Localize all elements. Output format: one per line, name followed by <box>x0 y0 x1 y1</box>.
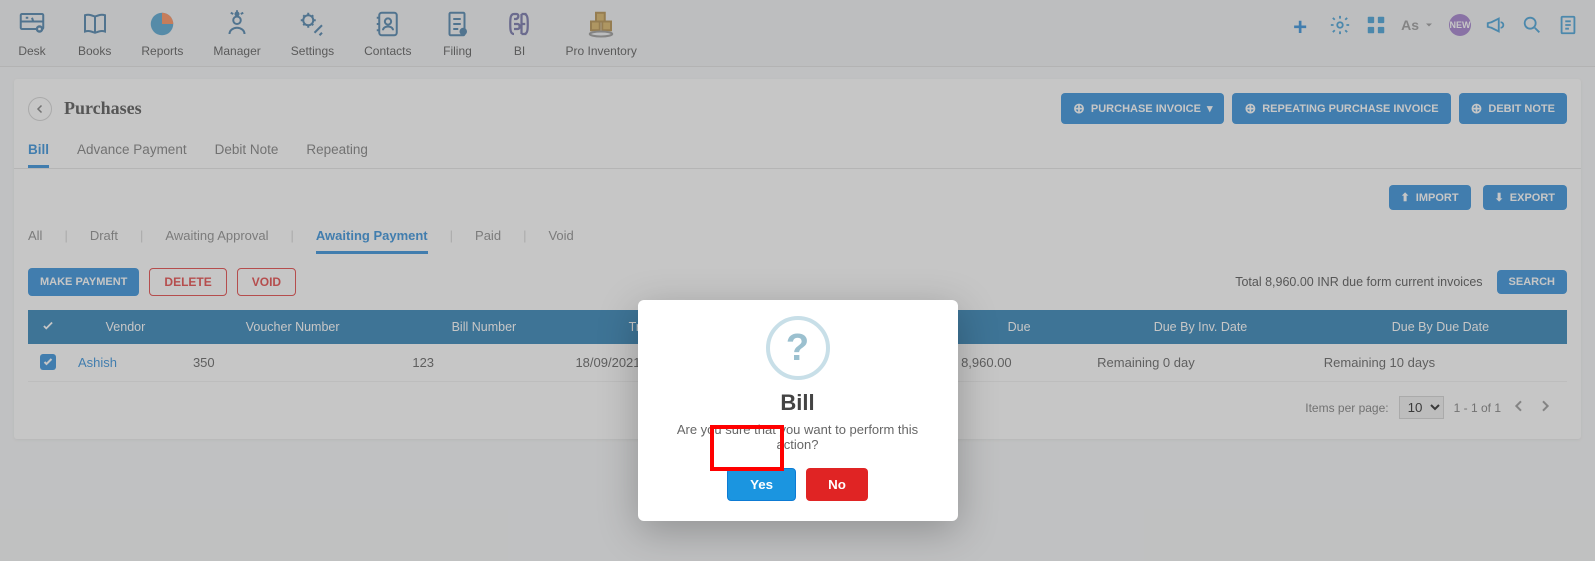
modal-yes-button[interactable]: Yes <box>727 468 796 501</box>
confirm-modal: ? Bill Are you sure that you want to per… <box>638 300 958 521</box>
modal-title: Bill <box>656 390 940 416</box>
modal-no-button[interactable]: No <box>806 468 868 501</box>
question-icon: ? <box>766 316 830 380</box>
modal-message: Are you sure that you want to perform th… <box>656 422 940 452</box>
